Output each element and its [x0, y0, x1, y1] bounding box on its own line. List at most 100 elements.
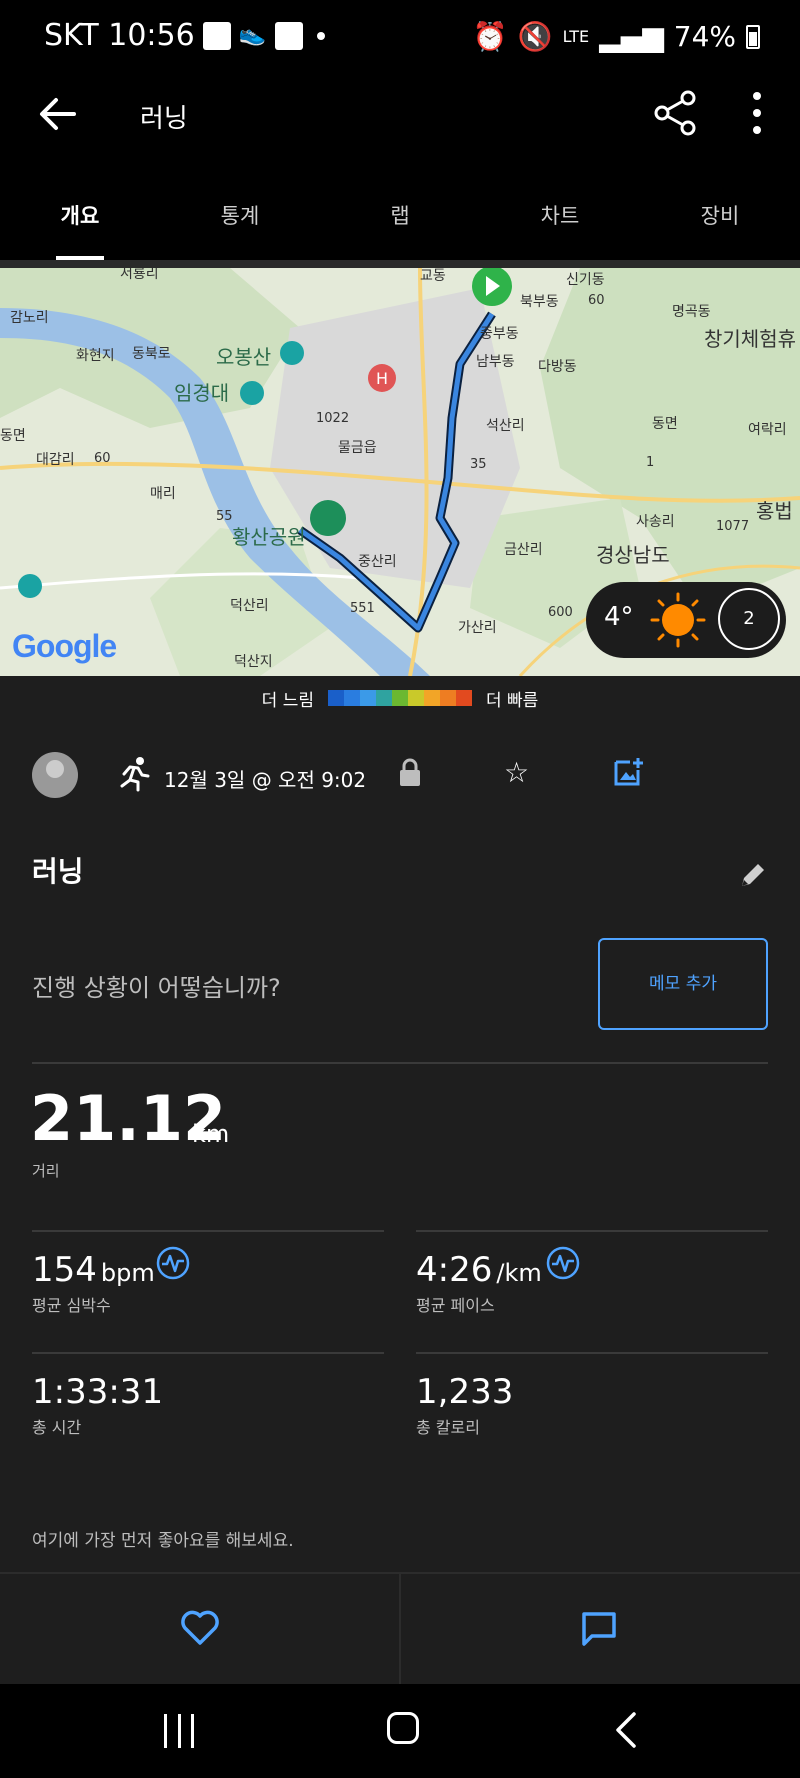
pace-zone-icon[interactable]: [546, 1246, 580, 1280]
svg-text:서룡리: 서룡리: [120, 268, 159, 282]
distance-label: 거리: [32, 1162, 60, 1180]
svg-text:60: 60: [94, 451, 111, 466]
heart-rate-zone-icon[interactable]: [156, 1246, 190, 1280]
sun-icon: [650, 592, 706, 648]
stat-value: 4:26: [416, 1250, 493, 1290]
svg-text:금산리: 금산리: [504, 542, 543, 558]
network-type: LTE: [562, 27, 590, 46]
tab-stats[interactable]: 통계: [160, 196, 320, 260]
status-bar: SKT 10:56 👟 ⏰ 🔇 LTE ▂▄▆ 74%: [0, 0, 800, 76]
avatar[interactable]: [32, 752, 78, 798]
svg-text:화현지: 화현지: [76, 348, 115, 364]
svg-text:교동: 교동: [420, 268, 446, 284]
stat-label: 평균 페이스: [416, 1296, 495, 1315]
svg-text:다방동: 다방동: [538, 359, 577, 375]
svg-text:동북로: 동북로: [132, 346, 171, 362]
avg-heart-rate-stat: 154 bpm 평균 심박수: [32, 1250, 155, 1316]
svg-text:물금읍: 물금읍: [338, 440, 377, 456]
carrier-time: SKT 10:56: [44, 18, 195, 53]
edit-pencil-icon[interactable]: [738, 860, 768, 890]
svg-text:창기체험휴: 창기체험휴: [704, 327, 796, 351]
svg-text:551: 551: [350, 601, 375, 616]
alarm-icon: ⏰: [472, 20, 508, 53]
svg-text:경상남도: 경상남도: [596, 543, 670, 567]
progress-prompt[interactable]: 진행 상황이 어떻습니까?: [32, 968, 281, 1003]
svg-text:대감리: 대감리: [36, 452, 75, 468]
action-bar: [0, 1572, 800, 1686]
weather-badge: 4° 2: [586, 582, 786, 658]
battery-level: 74%: [673, 20, 736, 53]
favorite-star-icon[interactable]: ☆: [504, 756, 529, 789]
svg-text:감노리: 감노리: [10, 310, 49, 326]
svg-text:석산리: 석산리: [486, 418, 525, 434]
route-map[interactable]: H 서룡리 교동 신기동 북부동 명곡동 감노리 화현지 동북로 오봉산 창기체…: [0, 268, 800, 676]
like-heart-icon[interactable]: [180, 1610, 220, 1646]
svg-text:동면: 동면: [0, 428, 26, 444]
svg-text:덕산리: 덕산리: [230, 598, 269, 614]
svg-text:1022: 1022: [316, 411, 349, 426]
home-icon[interactable]: [387, 1712, 419, 1744]
comment-icon[interactable]: [580, 1610, 618, 1646]
divider: [32, 1352, 384, 1354]
stat-label: 평균 심박수: [32, 1296, 111, 1315]
activity-name: 러닝: [32, 855, 84, 888]
back-arrow-icon[interactable]: [34, 90, 82, 138]
tab-laps[interactable]: 랩: [320, 196, 480, 260]
svg-text:중산리: 중산리: [358, 554, 397, 570]
svg-text:북부동: 북부동: [520, 294, 559, 310]
add-memo-button[interactable]: 메모 추가: [598, 938, 768, 1030]
svg-text:1077: 1077: [716, 519, 749, 534]
stat-value: 154: [32, 1250, 97, 1290]
pace-legend: 더 느림 더 빠름: [0, 676, 800, 720]
activity-summary: 12월 3일 @ 오전 9:02 ☆ 러닝 진행 상황이 어떻습니까? 메모 추…: [0, 720, 800, 1572]
svg-text:남부동: 남부동: [476, 354, 515, 370]
divider: [32, 1230, 384, 1232]
mute-icon: 🔇: [517, 20, 553, 53]
total-time-stat: 1:33:31 총 시간: [32, 1372, 163, 1438]
shoe-icon: 👟: [238, 21, 267, 47]
svg-text:60: 60: [588, 293, 605, 308]
distance-unit: km: [192, 1120, 230, 1148]
svg-text:여락리: 여락리: [748, 422, 787, 438]
svg-text:신기동: 신기동: [566, 272, 605, 288]
system-nav-bar: [0, 1684, 800, 1778]
divider: [416, 1230, 768, 1232]
page-title: 러닝: [140, 104, 188, 134]
tab-charts[interactable]: 차트: [480, 196, 640, 260]
lock-icon[interactable]: [398, 758, 422, 788]
total-calories-stat: 1,233 총 칼로리: [416, 1372, 513, 1438]
add-photo-icon[interactable]: [612, 756, 644, 788]
google-logo: Google: [12, 628, 117, 664]
svg-text:매리: 매리: [150, 486, 176, 502]
svg-text:55: 55: [216, 509, 233, 524]
recent-apps-icon[interactable]: [164, 1714, 194, 1748]
legend-faster-label: 더 빠름: [486, 690, 539, 711]
svg-text:홍법: 홍법: [756, 499, 793, 523]
divider: [416, 1352, 768, 1354]
tab-gear[interactable]: 장비: [640, 196, 800, 260]
svg-text:1: 1: [646, 455, 654, 470]
system-back-icon[interactable]: [612, 1710, 642, 1750]
svg-text:임경대: 임경대: [174, 381, 229, 405]
svg-text:35: 35: [470, 457, 487, 472]
svg-text:명곡동: 명곡동: [672, 304, 711, 320]
stat-label: 총 시간: [32, 1418, 82, 1437]
stat-value: 1,233: [416, 1372, 514, 1412]
svg-text:동면: 동면: [652, 416, 678, 432]
svg-text:600: 600: [548, 605, 573, 620]
more-notifications-icon: [316, 31, 325, 40]
svg-text:덕산지: 덕산지: [234, 654, 273, 670]
svg-text:오봉산: 오봉산: [216, 345, 271, 369]
activity-date: 12월 3일 @ 오전 9:02: [164, 768, 367, 792]
weather-temperature: 4°: [604, 602, 634, 632]
wind-speed: 2: [718, 588, 780, 650]
stat-value: 1:33:31: [32, 1372, 164, 1412]
more-options-icon[interactable]: [742, 88, 772, 138]
svg-text:가산리: 가산리: [458, 620, 497, 636]
notification-icon: [274, 21, 303, 50]
svg-text:중부동: 중부동: [480, 326, 519, 342]
stat-unit: bpm: [100, 1259, 155, 1287]
tab-overview[interactable]: 개요: [0, 196, 160, 260]
share-icon[interactable]: [650, 88, 700, 138]
svg-text:황산공원: 황산공원: [232, 525, 306, 549]
